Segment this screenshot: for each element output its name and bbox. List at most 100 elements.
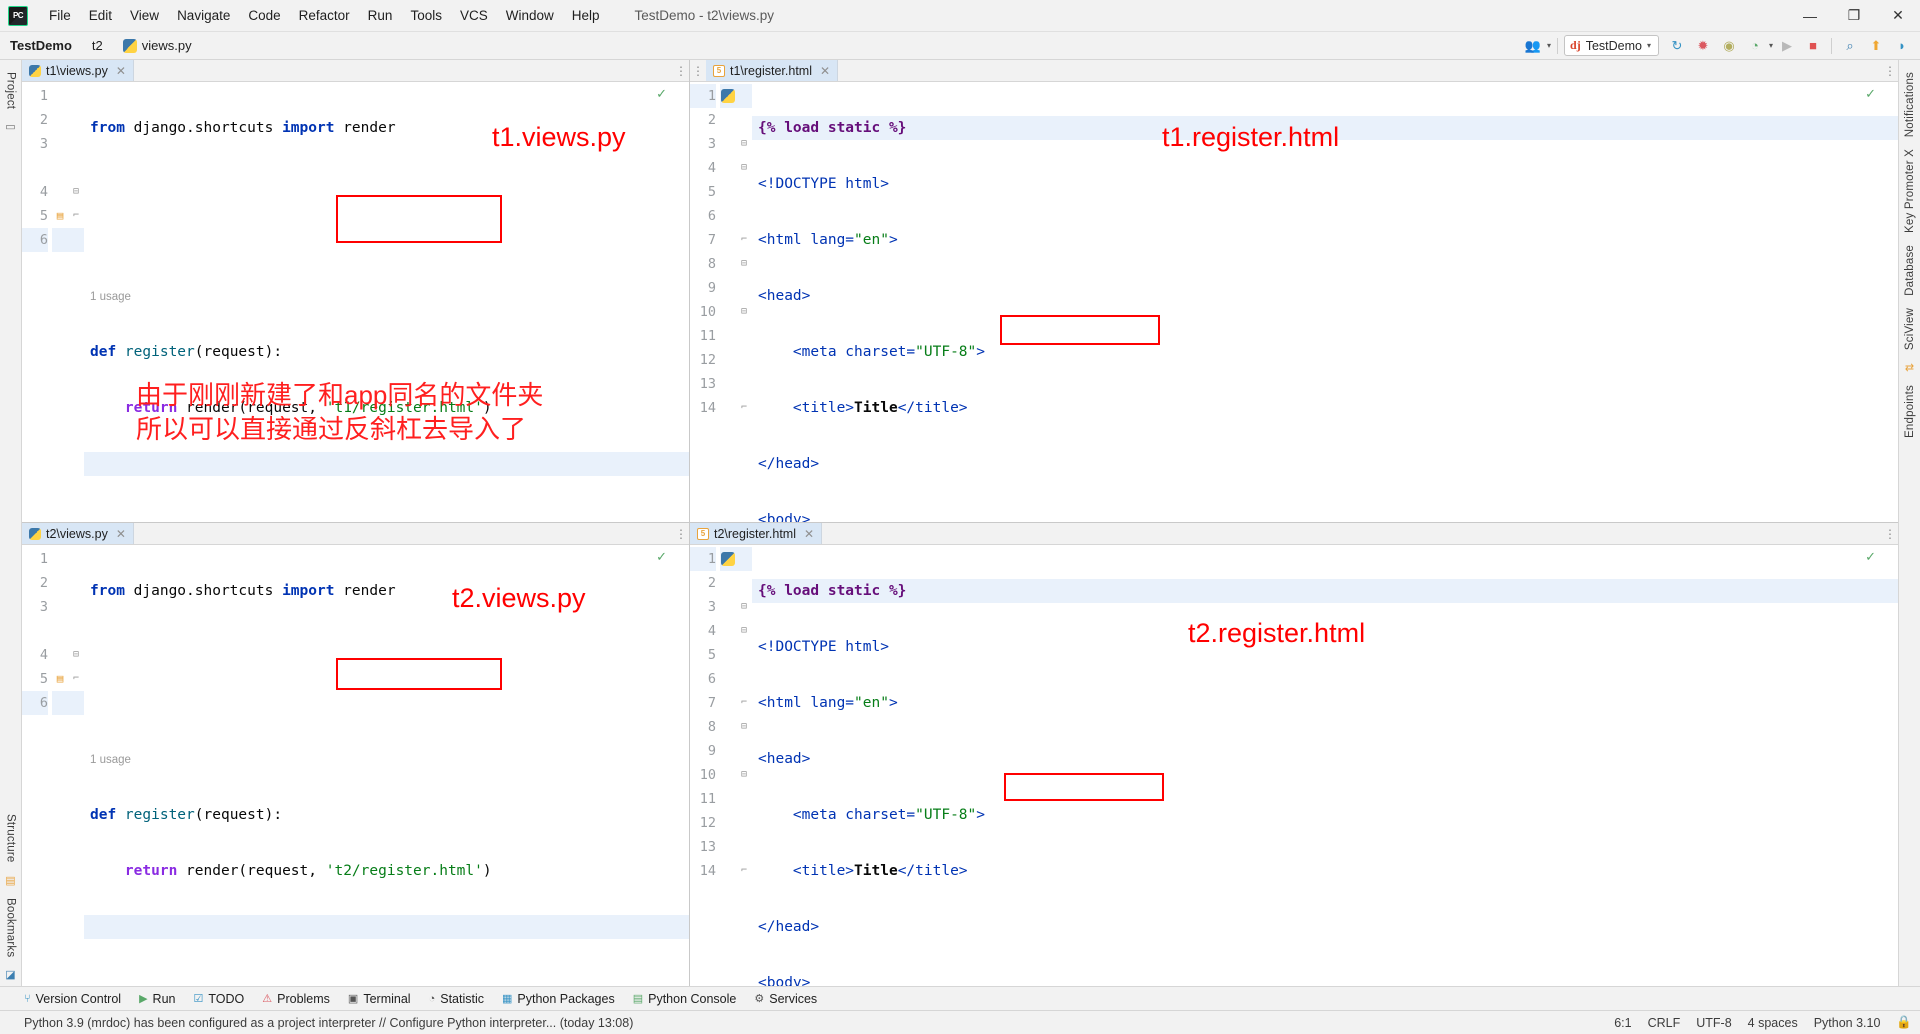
fold-icon[interactable]: ⌐ — [736, 691, 752, 715]
menu-item-view[interactable]: View — [121, 4, 168, 27]
menu-item-help[interactable]: Help — [563, 4, 609, 27]
run-icon[interactable]: ▶ — [1775, 35, 1799, 57]
pane-options-icon[interactable]: ⋮ — [1882, 60, 1898, 81]
fold-icon[interactable]: ⌐ — [736, 859, 752, 883]
html-reference-marker-icon[interactable]: ▤ — [52, 204, 68, 228]
stop-icon[interactable]: ■ — [1801, 35, 1825, 57]
line-number: 3 — [39, 136, 48, 152]
close-icon[interactable]: ✕ — [116, 64, 126, 78]
fold-icon[interactable]: ⊟ — [736, 156, 752, 180]
sidebar-item-bookmarks[interactable]: Bookmarks — [5, 892, 17, 963]
code-editor-t2-register[interactable]: ✓ 1 2 3 4 5 6 7 8 9 10 11 12 13 14 ⊟ ⊟ ⌐… — [690, 545, 1898, 986]
fold-icon[interactable]: ⊟ — [736, 619, 752, 643]
line-separator[interactable]: CRLF — [1648, 1016, 1681, 1030]
profile-caret-icon[interactable]: ▾ — [1769, 41, 1773, 50]
fold-icon[interactable]: ⊟ — [736, 132, 752, 156]
tab-t1-views-py[interactable]: t1\views.py ✕ — [22, 60, 134, 81]
close-icon[interactable]: ✕ — [820, 64, 830, 78]
tool-button-problems[interactable]: ⚠ Problems — [262, 992, 330, 1006]
menu-item-file[interactable]: File — [40, 4, 80, 27]
token-from: from — [90, 120, 125, 136]
line-number: 13 — [699, 376, 716, 392]
menu-item-vcs[interactable]: VCS — [451, 4, 497, 27]
status-message[interactable]: Python 3.9 (mrdoc) has been configured a… — [24, 1016, 633, 1030]
menu-item-window[interactable]: Window — [497, 4, 563, 27]
close-icon[interactable]: ✕ — [116, 527, 126, 541]
tool-button-python-packages[interactable]: ▦ Python Packages — [502, 992, 615, 1006]
fold-icon[interactable]: ⌐ — [736, 228, 752, 252]
tool-button-todo[interactable]: ☑ TODO — [193, 992, 244, 1006]
update-project-icon[interactable]: ⬆ — [1864, 35, 1888, 57]
maximize-button[interactable]: ❐ — [1832, 0, 1876, 32]
breadcrumb: TestDemo t2 views.py — [10, 38, 192, 53]
debug-icon[interactable]: ✹ — [1691, 35, 1715, 57]
menu-item-refactor[interactable]: Refactor — [290, 4, 359, 27]
fold-markers: ⊟ ⌐ — [68, 84, 84, 522]
fold-icon[interactable]: ⌐ — [68, 667, 84, 691]
fold-icon[interactable]: ⊟ — [736, 715, 752, 739]
tab-t2-views-py[interactable]: t2\views.py ✕ — [22, 523, 134, 544]
html-reference-marker-icon[interactable]: ▤ — [52, 667, 68, 691]
file-encoding[interactable]: UTF-8 — [1696, 1016, 1731, 1030]
fold-icon[interactable]: ⊟ — [68, 180, 84, 204]
sidebar-item-endpoints[interactable]: Endpoints — [1904, 379, 1916, 444]
python-template-marker-icon[interactable] — [720, 84, 736, 108]
sidebar-item-notifications[interactable]: Notifications — [1904, 66, 1916, 143]
rerun-icon[interactable]: ↻ — [1665, 35, 1689, 57]
run-configuration-selector[interactable]: dj TestDemo ▾ — [1564, 35, 1659, 56]
tool-button-services[interactable]: ⚙ Services — [754, 992, 817, 1006]
fold-icon[interactable]: ⊟ — [736, 300, 752, 324]
fold-icon[interactable]: ⊟ — [736, 252, 752, 276]
commit-icon[interactable]: ▭ — [5, 120, 15, 133]
fold-icon[interactable]: ⊟ — [736, 595, 752, 619]
tab-t2-register-html[interactable]: 5 t2\register.html ✕ — [690, 523, 823, 544]
pane-options-icon[interactable]: ⋮ — [673, 523, 689, 544]
pane-options-icon[interactable]: ⋮ — [673, 60, 689, 81]
breadcrumb-project[interactable]: TestDemo — [10, 38, 72, 53]
menu-item-code[interactable]: Code — [239, 4, 289, 27]
tool-button-terminal[interactable]: ▣ Terminal — [348, 992, 411, 1006]
menu-item-edit[interactable]: Edit — [80, 4, 121, 27]
fold-icon[interactable]: ⊟ — [68, 643, 84, 667]
breadcrumb-folder[interactable]: t2 — [92, 38, 103, 53]
menu-item-navigate[interactable]: Navigate — [168, 4, 239, 27]
sidebar-item-key-promoter[interactable]: Key Promoter X — [1904, 143, 1916, 239]
breadcrumb-file[interactable]: views.py — [142, 38, 192, 53]
ide-assistant-icon[interactable]: ◗ — [1890, 35, 1914, 57]
pane-options-icon-left[interactable]: ⋮ — [690, 60, 706, 81]
sidebar-item-structure[interactable]: Structure — [5, 808, 17, 868]
menu-item-tools[interactable]: Tools — [401, 4, 451, 27]
menu-item-run[interactable]: Run — [359, 4, 402, 27]
code-line-6: <title>Title</title> — [758, 859, 1898, 883]
tool-button-python-console[interactable]: ▤ Python Console — [633, 992, 737, 1006]
code-editor-t2-views[interactable]: ✓ 1 2 3 . 4 5 6 — [22, 545, 689, 986]
caret-position[interactable]: 6:1 — [1614, 1016, 1631, 1030]
close-button[interactable]: ✕ — [1876, 0, 1920, 32]
minimize-button[interactable]: — — [1788, 0, 1832, 32]
sidebar-item-sciview[interactable]: SciView — [1904, 302, 1916, 356]
tool-button-run[interactable]: ▶ Run — [139, 992, 175, 1006]
indent-setting[interactable]: 4 spaces — [1748, 1016, 1798, 1030]
share-people-icon[interactable]: 👥 — [1521, 35, 1545, 57]
close-icon[interactable]: ✕ — [804, 527, 814, 541]
coverage-icon[interactable]: ◉ — [1717, 35, 1741, 57]
pane-options-icon[interactable]: ⋮ — [1882, 523, 1898, 544]
tool-button-version-control[interactable]: ⑂ Version Control — [24, 992, 121, 1006]
python-interpreter[interactable]: Python 3.10 — [1814, 1016, 1881, 1030]
sidebar-item-database[interactable]: Database — [1904, 239, 1916, 302]
search-icon[interactable]: ⌕ — [1838, 35, 1862, 57]
token-gt: > — [976, 344, 985, 360]
people-caret-icon[interactable]: ▾ — [1547, 41, 1551, 50]
lock-icon[interactable]: 🔒 — [1896, 1015, 1912, 1030]
code-editor-t1-register[interactable]: ✓ 1 2 3 4 5 6 7 8 9 10 11 12 13 14 ⊟ ⊟ ⌐… — [690, 82, 1898, 522]
tab-t1-register-html[interactable]: 5 t1\register.html ✕ — [706, 60, 839, 81]
fold-icon[interactable]: ⊟ — [736, 763, 752, 787]
pycharm-window: PC File Edit View Navigate Code Refactor… — [0, 0, 1920, 1034]
code-editor-t1-views[interactable]: ✓ 1 2 3 . 4 5 6 — [22, 82, 689, 522]
python-template-marker-icon[interactable] — [720, 547, 736, 571]
fold-icon[interactable]: ⌐ — [68, 204, 84, 228]
fold-icon[interactable]: ⌐ — [736, 396, 752, 420]
profile-icon[interactable]: ◔ — [1743, 35, 1767, 57]
sidebar-item-project[interactable]: Project — [5, 66, 17, 115]
tool-button-statistic[interactable]: ◔ Statistic — [429, 992, 484, 1006]
